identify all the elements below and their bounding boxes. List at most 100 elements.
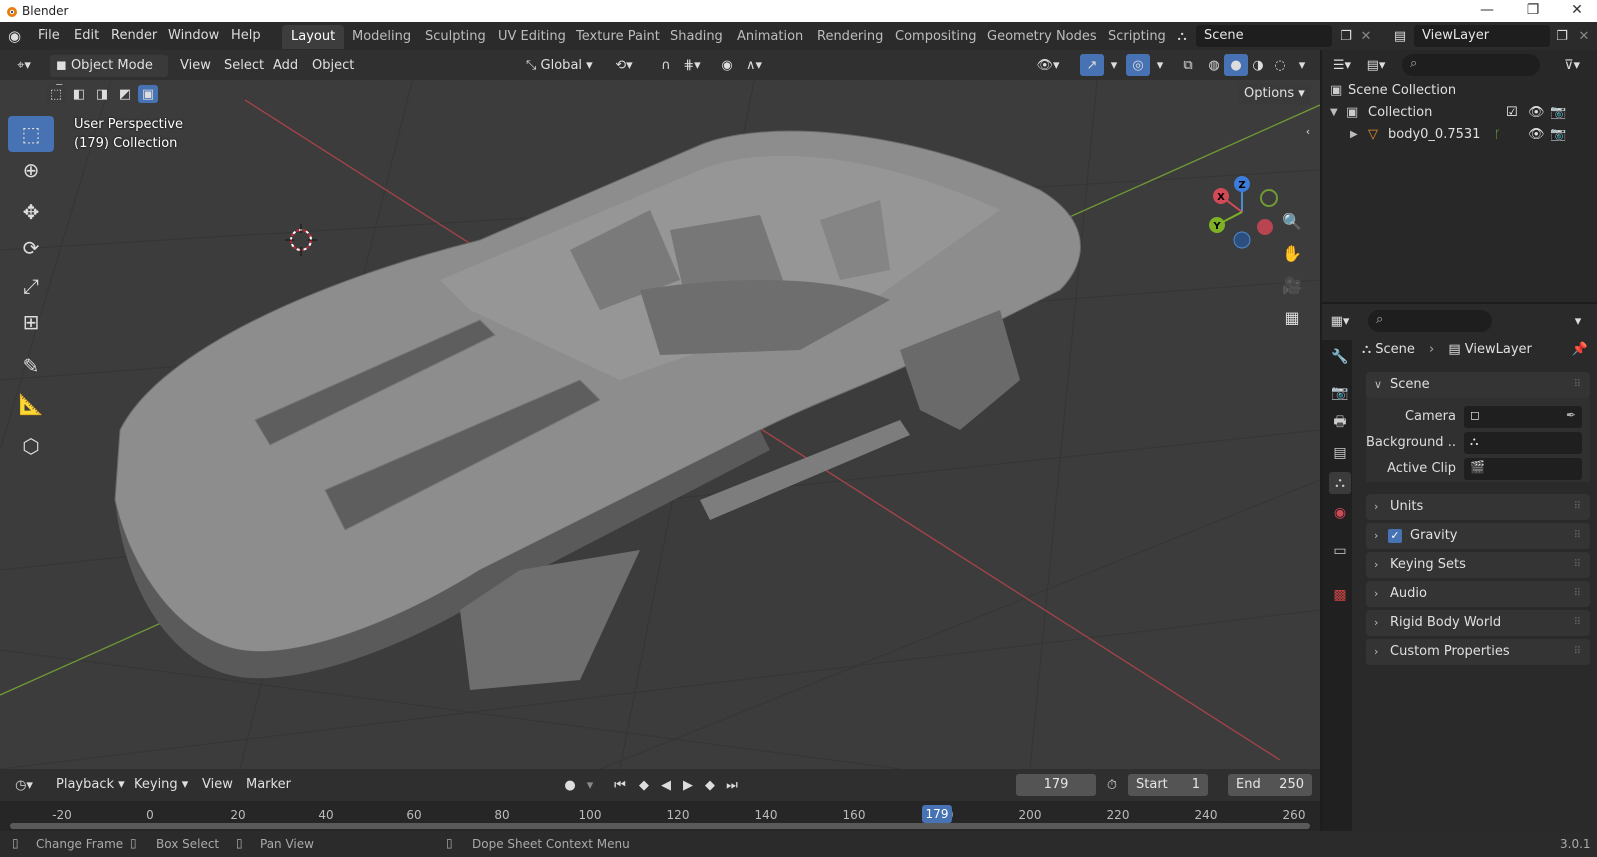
scale-tool-icon[interactable]: ⤢ <box>8 268 54 304</box>
next-keyframe-icon[interactable]: ◆ <box>698 774 722 796</box>
drag-handle-icon[interactable]: ⠿ <box>1574 610 1582 636</box>
transform-tool-icon[interactable]: ⊞ <box>8 304 54 340</box>
timeline-menu-marker[interactable]: Marker <box>240 774 297 796</box>
drag-handle-icon[interactable]: ⠿ <box>1574 372 1582 398</box>
camera-field[interactable]: ◻ ✒ <box>1464 406 1582 428</box>
playback-dropdown[interactable]: Playback ▾ <box>50 774 131 796</box>
pivot-point-icon[interactable]: ⟲▾ <box>612 54 636 76</box>
car-model[interactable] <box>114 130 1081 690</box>
outliner-row-collection[interactable]: ▼ ▣ Collection ☑ 👁 📷 <box>1322 102 1597 124</box>
xray-icon[interactable]: ⧉ <box>1176 54 1200 76</box>
select-subtract-icon[interactable]: ◨ <box>92 85 112 103</box>
drag-handle-icon[interactable]: ⠿ <box>1574 494 1582 520</box>
sidebar-toggle-icon[interactable]: ‹ <box>1300 120 1316 142</box>
expand-right-icon[interactable]: ▶ <box>1350 124 1358 146</box>
gravity-checkbox[interactable]: ✓ <box>1388 529 1402 543</box>
annotate-tool-icon[interactable]: ✎ <box>8 348 54 384</box>
restore-icon[interactable]: ❐ <box>1510 0 1556 22</box>
options-dropdown[interactable]: Options ▾ <box>1238 83 1311 105</box>
stopwatch-icon[interactable]: ⏱ <box>1100 774 1124 796</box>
navigation-gizmo[interactable]: Z X Y <box>1209 176 1278 249</box>
units-panel[interactable]: › Units ⠿ <box>1366 494 1590 520</box>
outliner-editor-type-icon[interactable]: ☰▾ <box>1330 54 1354 76</box>
blender-menu-icon[interactable]: ◉ <box>8 27 28 45</box>
jump-start-icon[interactable]: ⏮ <box>608 774 632 796</box>
tab-rendering[interactable]: Rendering <box>808 25 892 49</box>
perspective-toggle-icon[interactable]: ▦ <box>1280 306 1304 328</box>
camera-view-icon[interactable]: 🎥 <box>1280 274 1304 296</box>
start-frame-field[interactable]: Start 1 <box>1128 774 1208 796</box>
output-tab-icon[interactable]: 🖶 <box>1329 412 1351 434</box>
visibility-icon[interactable]: 👁▾ <box>1036 54 1060 76</box>
solid-shading-icon[interactable]: ● <box>1224 54 1248 76</box>
falloff-icon[interactable]: ∧▾ <box>742 54 766 76</box>
measure-tool-icon[interactable]: 📐 <box>8 386 54 422</box>
select-invert-icon[interactable]: ◩ <box>115 85 135 103</box>
expand-down-icon[interactable]: ▼ <box>1330 102 1338 124</box>
3d-cursor-icon[interactable] <box>285 224 317 256</box>
editor-type-icon[interactable]: ⌖▾ <box>12 54 36 76</box>
pin-icon[interactable]: 📌 <box>1568 338 1592 360</box>
overlay-toggle-icon[interactable]: ◎ <box>1126 54 1150 76</box>
active-clip-field[interactable]: 🎬 <box>1464 458 1582 480</box>
transform-orientation-dropdown[interactable]: ⤡ Global ▾ <box>520 55 599 77</box>
tab-layout[interactable]: Layout <box>282 25 345 49</box>
drag-handle-icon[interactable]: ⠿ <box>1574 552 1582 578</box>
gizmo-toggle-icon[interactable]: ↗ <box>1080 54 1104 76</box>
tab-shading[interactable]: Shading <box>661 25 732 49</box>
play-reverse-icon[interactable]: ◀ <box>654 774 678 796</box>
remove-viewlayer-icon[interactable]: ✕ <box>1572 25 1596 47</box>
snap-target-icon[interactable]: ⋕▾ <box>680 54 704 76</box>
tab-uv-editing[interactable]: UV Editing <box>489 25 575 49</box>
menu-render[interactable]: Render <box>111 28 157 43</box>
jump-end-icon[interactable]: ⏭ <box>720 774 744 796</box>
snap-icon[interactable]: ∩ <box>654 54 678 76</box>
end-frame-field[interactable]: End 250 <box>1228 774 1312 796</box>
outliner-row-object[interactable]: ▶ ▽ body0_0.7531 ᚴ 👁 📷 <box>1322 124 1597 146</box>
scene-panel-header[interactable]: ∨ Scene ⠿ <box>1366 372 1590 398</box>
viewport-menu-select[interactable]: Select <box>218 55 270 77</box>
properties-search-input[interactable]: ⌕ <box>1368 310 1492 332</box>
tab-sculpting[interactable]: Sculpting <box>416 25 495 49</box>
minimize-icon[interactable]: — <box>1464 0 1510 22</box>
select-intersect-icon[interactable]: ▣ <box>138 85 158 103</box>
properties-options-icon[interactable]: ▾ <box>1566 310 1590 332</box>
rigid-body-world-panel[interactable]: › Rigid Body World ⠿ <box>1366 610 1590 636</box>
timeline-menu-view[interactable]: View <box>196 774 239 796</box>
tab-modeling[interactable]: Modeling <box>343 25 420 49</box>
tool-tab-icon[interactable]: 🔧 <box>1329 346 1351 368</box>
display-mode-icon[interactable]: ▤▾ <box>1364 54 1388 76</box>
tab-animation[interactable]: Animation <box>728 25 812 49</box>
outliner-search-input[interactable]: ⌕ <box>1402 54 1540 76</box>
rotate-tool-icon[interactable]: ⟳ <box>8 230 54 266</box>
3d-viewport[interactable]: Z X Y ⌖▾ ◼ Object Mode ▾ View Select Add… <box>0 50 1320 769</box>
tab-scripting[interactable]: Scripting <box>1099 25 1175 49</box>
keying-dropdown[interactable]: Keying ▾ <box>128 774 194 796</box>
timeline-scrollbar[interactable] <box>10 823 1310 829</box>
world-tab-icon[interactable]: ◉ <box>1329 502 1351 524</box>
drag-handle-icon[interactable]: ⠿ <box>1574 639 1582 665</box>
menu-edit[interactable]: Edit <box>74 28 99 43</box>
view-layer-tab-icon[interactable]: ▤ <box>1329 442 1351 464</box>
viewlayer-name-field[interactable]: ViewLayer <box>1414 25 1550 47</box>
scene-selector-icon[interactable]: ⛬ <box>1170 25 1194 47</box>
gizmo-dropdown-icon[interactable]: ▾ <box>1102 54 1126 76</box>
outliner-row-scene-collection[interactable]: ▣ Scene Collection <box>1322 80 1597 102</box>
cursor-tool-icon[interactable]: ⊕ <box>8 152 54 188</box>
eye-icon[interactable]: 👁 <box>1528 102 1545 124</box>
pan-hand-icon[interactable]: ✋ <box>1280 242 1304 264</box>
overlay-dropdown-icon[interactable]: ▾ <box>1148 54 1172 76</box>
eyedropper-icon[interactable]: ✒ <box>1566 408 1576 422</box>
menu-window[interactable]: Window <box>168 28 219 43</box>
viewport-menu-add[interactable]: Add <box>267 55 304 77</box>
collection-tab-icon[interactable]: ▭ <box>1329 540 1351 562</box>
texture-tab-icon[interactable]: ▩ <box>1329 584 1351 606</box>
filter-icon[interactable]: ⊽▾ <box>1560 54 1584 76</box>
timeline-ruler[interactable]: -20 0 20 40 60 80 100 120 140 160 180 20… <box>0 801 1320 831</box>
mode-dropdown[interactable]: ◼ Object Mode ▾ <box>50 55 168 95</box>
drag-handle-icon[interactable]: ⠿ <box>1574 581 1582 607</box>
render-tab-icon[interactable]: 📷 <box>1329 382 1351 404</box>
select-extend-icon[interactable]: ◧ <box>69 85 89 103</box>
shading-dropdown-icon[interactable]: ▾ <box>1290 54 1314 76</box>
viewport-menu-object[interactable]: Object <box>306 55 360 77</box>
